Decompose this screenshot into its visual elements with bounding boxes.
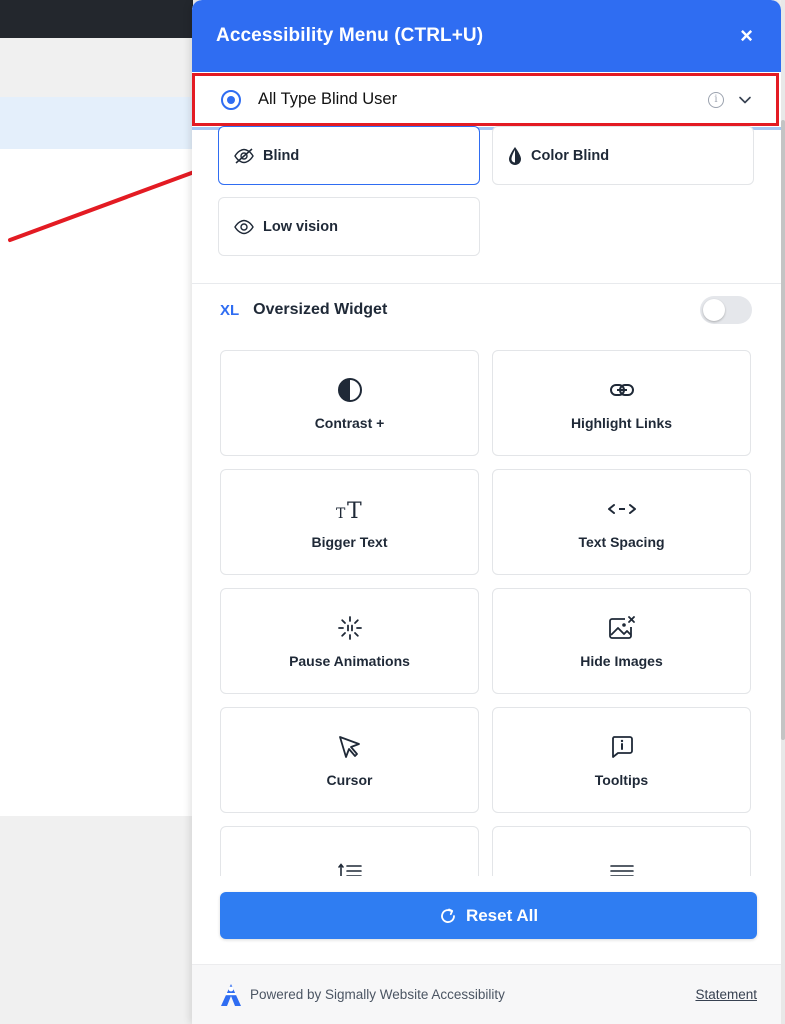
option-color-blind-label: Color Blind: [531, 147, 610, 164]
tool-highlight-links-label: Highlight Links: [570, 415, 673, 431]
svg-text:T: T: [336, 506, 346, 521]
tool-pause-animations[interactable]: Pause Animations: [220, 588, 479, 694]
option-color-blind[interactable]: Color Blind: [492, 126, 754, 185]
background-footer-area: [0, 854, 193, 1024]
tool-hide-images-label: Hide Images: [580, 653, 663, 669]
svg-text:T: T: [347, 499, 362, 521]
radio-dot-icon: [227, 95, 235, 104]
tool-tooltips-label: Tooltips: [594, 772, 649, 788]
tool-bigger-text[interactable]: TT Bigger Text: [220, 469, 479, 575]
oversized-widget-toggle[interactable]: [700, 296, 752, 324]
text-spacing-icon: [607, 504, 636, 514]
tooltip-icon: [611, 736, 633, 758]
reset-all-button[interactable]: Reset All: [220, 892, 757, 939]
hide-image-icon: [608, 616, 635, 639]
profile-radio[interactable]: [221, 89, 241, 110]
sigmally-logo-icon: [221, 983, 241, 1006]
contrast-icon: [337, 378, 362, 402]
xl-badge: XL: [220, 301, 240, 319]
background-highlight-row: [0, 97, 193, 149]
panel-header: Accessibility Menu (CTRL+U) ×: [192, 0, 781, 72]
tool-hide-images[interactable]: Hide Images: [492, 588, 751, 694]
section-divider: [192, 283, 781, 284]
close-button[interactable]: ×: [740, 25, 753, 47]
tool-highlight-links[interactable]: Highlight Links: [492, 350, 751, 456]
tool-text-spacing[interactable]: Text Spacing: [492, 469, 751, 575]
tool-pause-animations-label: Pause Animations: [289, 653, 410, 669]
profile-label: All Type Blind User: [258, 90, 398, 108]
tool-text-spacing-label: Text Spacing: [578, 534, 665, 550]
chevron-down-icon[interactable]: [738, 93, 752, 107]
pause-animation-icon: [337, 616, 362, 640]
option-blind[interactable]: Blind: [218, 126, 480, 185]
profile-selector[interactable]: All Type Blind User i: [192, 73, 779, 126]
tool-contrast[interactable]: Contrast +: [220, 350, 479, 456]
panel-footer: Powered by Sigmally Website Accessibilit…: [192, 964, 781, 1024]
info-icon[interactable]: i: [708, 91, 724, 108]
eye-icon: [234, 219, 254, 234]
option-blind-label: Blind: [263, 147, 300, 164]
tool-cursor-label: Cursor: [326, 772, 373, 788]
oversized-widget-label: Oversized Widget: [253, 301, 388, 318]
oversized-widget-row: XL Oversized Widget: [220, 294, 752, 326]
option-low-vision-label: Low vision: [263, 218, 338, 235]
reset-all-label: Reset All: [465, 905, 539, 925]
cursor-icon: [338, 736, 360, 758]
panel-title: Accessibility Menu (CTRL+U): [216, 25, 484, 46]
tool-bigger-text-label: Bigger Text: [311, 534, 388, 550]
tool-cursor[interactable]: Cursor: [220, 707, 479, 813]
background-top-bar: [0, 0, 193, 38]
tool-tooltips[interactable]: Tooltips: [492, 707, 751, 813]
reset-icon: [441, 908, 455, 923]
statement-link[interactable]: Statement: [695, 987, 757, 1002]
tool-contrast-label: Contrast +: [314, 415, 385, 431]
drop-icon: [509, 146, 521, 165]
accessibility-panel: Accessibility Menu (CTRL+U) × All Type B…: [192, 0, 781, 1024]
text-size-icon: TT: [336, 499, 362, 521]
eye-slash-icon: [234, 147, 254, 164]
option-low-vision[interactable]: Low vision: [218, 197, 480, 256]
link-icon: [609, 384, 634, 396]
scrollbar-thumb[interactable]: [781, 120, 785, 740]
powered-by-text: Powered by Sigmally Website Accessibilit…: [250, 987, 505, 1002]
toggle-knob: [703, 299, 725, 321]
